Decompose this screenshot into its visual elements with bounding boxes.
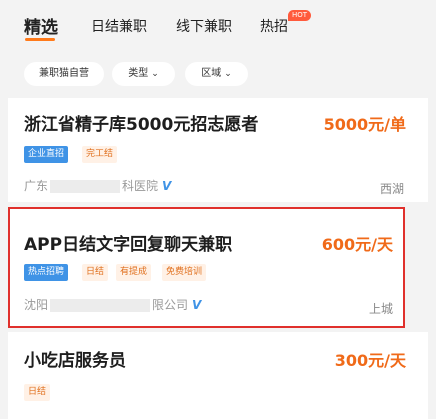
filter-region-dropdown[interactable]: 区域 ⌄ xyxy=(185,62,248,86)
job-pay: 5000元/单 xyxy=(323,115,406,134)
tab-offline[interactable]: 线下兼职 xyxy=(176,16,232,36)
job-title: 浙江省精子库5000元招志愿者 xyxy=(24,115,259,135)
hot-badge: HOT xyxy=(288,10,312,21)
job-tag: 完工结 xyxy=(82,146,118,163)
job-pay: 600元/天 xyxy=(321,235,393,254)
job-card[interactable]: 浙江省精子库5000元招志愿者 5000元/单 企业直招 完工结 广东 科医院 V … xyxy=(8,98,428,202)
filter-label: 兼职猫自营 xyxy=(39,68,89,79)
verified-icon: V xyxy=(162,179,172,193)
job-tag: 日结 xyxy=(24,384,51,401)
filter-label: 类型 xyxy=(128,68,149,79)
job-tag: 有提成 xyxy=(116,264,152,281)
filter-self-operated[interactable]: 兼职猫自营 xyxy=(24,62,104,86)
job-location: 上城 xyxy=(368,302,393,316)
chevron-down-icon: ⌄ xyxy=(224,69,232,79)
job-tag: 日结 xyxy=(82,264,109,281)
chevron-down-icon: ⌄ xyxy=(151,69,159,79)
filter-label: 区域 xyxy=(201,68,222,79)
job-card-highlighted[interactable]: APP日结文字回复聊天兼职 600元/天 热点招聘 日结 有提成 免费培训 沈阳… xyxy=(8,207,405,328)
job-tag: 免费培训 xyxy=(162,264,207,281)
tab-daily-pay[interactable]: 日结兼职 xyxy=(91,16,147,36)
redacted-text xyxy=(50,180,121,193)
job-card[interactable]: 小吃店服务员 300元/天 日结 xyxy=(8,332,428,419)
redacted-text xyxy=(50,299,151,312)
verified-icon: V xyxy=(192,298,202,312)
company-name: 沈阳 限公司 V xyxy=(24,298,202,312)
job-title: APP日结文字回复聊天兼职 xyxy=(24,235,233,255)
job-location: 西湖 xyxy=(379,182,404,196)
job-tag: 企业直招 xyxy=(24,146,69,163)
tab-hot[interactable]: 热招 xyxy=(260,16,288,36)
filter-type-dropdown[interactable]: 类型 ⌄ xyxy=(112,62,175,86)
top-tab-bar: 精选 日结兼职 线下兼职 热招 HOT xyxy=(0,0,436,50)
job-tag: 热点招聘 xyxy=(24,264,69,281)
tab-featured[interactable]: 精选 xyxy=(24,13,58,38)
job-pay: 300元/天 xyxy=(334,351,406,370)
job-title: 小吃店服务员 xyxy=(24,351,126,371)
active-tab-indicator xyxy=(25,38,55,41)
company-name: 广东 科医院 V xyxy=(24,179,172,193)
